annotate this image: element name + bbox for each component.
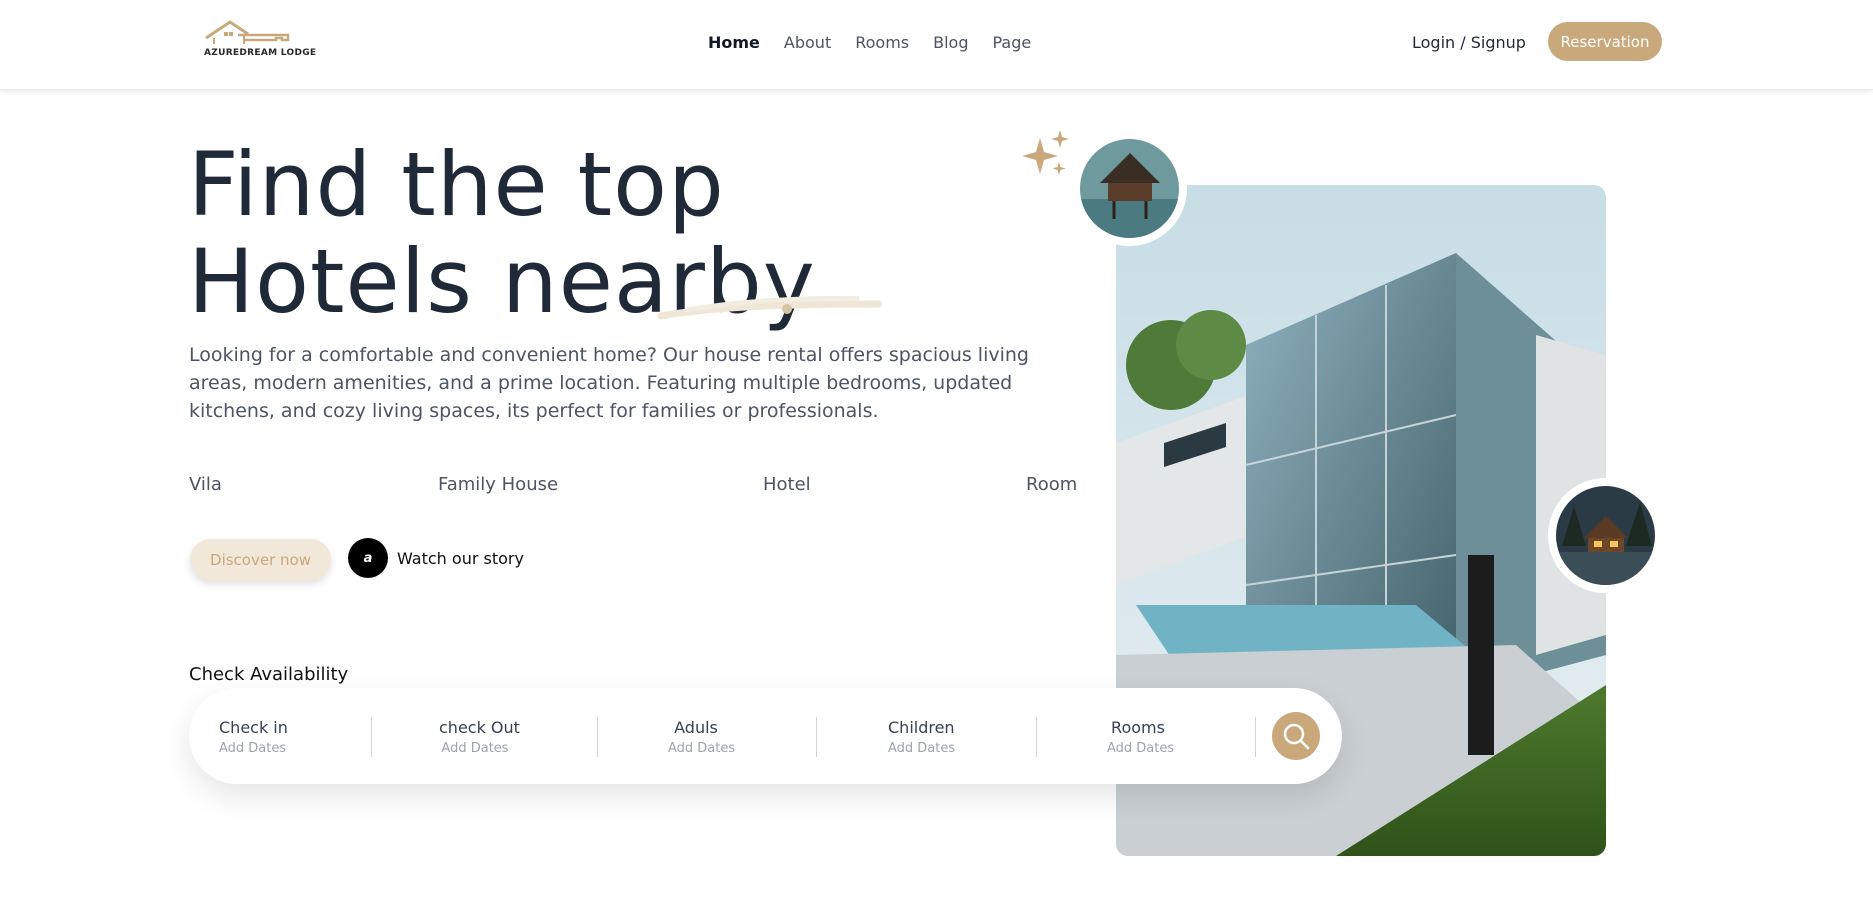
check-out-value: Add Dates bbox=[441, 741, 509, 756]
field-divider bbox=[1036, 717, 1037, 757]
adults-label: Aduls bbox=[674, 718, 718, 737]
rooms-field[interactable]: Rooms Add Dates bbox=[1107, 718, 1175, 756]
nav-home[interactable]: Home bbox=[708, 33, 760, 52]
nav-blog[interactable]: Blog bbox=[933, 33, 968, 52]
search-button[interactable] bbox=[1272, 712, 1320, 760]
rooms-value: Add Dates bbox=[1107, 741, 1175, 756]
logo-text: AZUREDREAM LODGE bbox=[204, 48, 317, 58]
nav-rooms[interactable]: Rooms bbox=[855, 33, 909, 52]
category-hotel[interactable]: Hotel bbox=[763, 474, 811, 495]
check-out-field[interactable]: check Out Add Dates bbox=[439, 718, 520, 756]
check-in-label: Check in bbox=[219, 718, 288, 737]
rooms-label: Rooms bbox=[1111, 718, 1165, 737]
house-logo-icon bbox=[205, 20, 290, 44]
cabin-lake-thumbnail[interactable] bbox=[1548, 478, 1663, 593]
field-divider bbox=[371, 717, 372, 757]
check-in-field[interactable]: Check in Add Dates bbox=[219, 718, 288, 756]
watch-story-link[interactable]: a Watch our story bbox=[348, 538, 524, 578]
discover-now-button[interactable]: Discover now bbox=[190, 539, 331, 580]
children-field[interactable]: Children Add Dates bbox=[888, 718, 956, 756]
login-signup-link[interactable]: Login / Signup bbox=[1412, 33, 1526, 52]
brush-stroke-decoration bbox=[657, 296, 882, 320]
check-in-value: Add Dates bbox=[219, 741, 287, 756]
children-label: Children bbox=[888, 718, 955, 737]
sparkle-icon bbox=[1022, 130, 1069, 175]
field-divider bbox=[816, 717, 817, 757]
play-icon[interactable]: a bbox=[348, 538, 388, 578]
check-out-label: check Out bbox=[439, 718, 520, 737]
check-availability-heading: Check Availability bbox=[189, 664, 349, 685]
field-divider bbox=[597, 717, 598, 757]
hero-description: Looking for a comfortable and convenient… bbox=[189, 344, 1029, 422]
category-vila[interactable]: Vila bbox=[189, 474, 222, 495]
children-value: Add Dates bbox=[888, 741, 956, 756]
logo[interactable]: AZUREDREAM LODGE bbox=[204, 18, 317, 60]
availability-search-bar: Check in Add Dates check Out Add Dates A… bbox=[189, 688, 1342, 784]
watch-story-label: Watch our story bbox=[397, 548, 524, 568]
nav-about[interactable]: About bbox=[784, 33, 831, 52]
adults-value: Add Dates bbox=[668, 741, 736, 756]
main-nav: Home About Rooms Blog Page bbox=[708, 33, 1031, 52]
reservation-button[interactable]: Reservation bbox=[1548, 22, 1662, 61]
search-icon bbox=[1283, 723, 1310, 750]
field-divider bbox=[1255, 717, 1256, 757]
category-family-house[interactable]: Family House bbox=[438, 474, 558, 495]
adults-field[interactable]: Aduls Add Dates bbox=[668, 718, 736, 756]
hero-title-line-1: Find the top bbox=[188, 133, 725, 236]
site-header: AZUREDREAM LODGE Home About Rooms Blog P… bbox=[0, 0, 1873, 90]
category-room[interactable]: Room bbox=[1026, 474, 1077, 495]
nav-page[interactable]: Page bbox=[993, 33, 1032, 52]
overwater-bungalow-thumbnail[interactable] bbox=[1072, 131, 1187, 246]
